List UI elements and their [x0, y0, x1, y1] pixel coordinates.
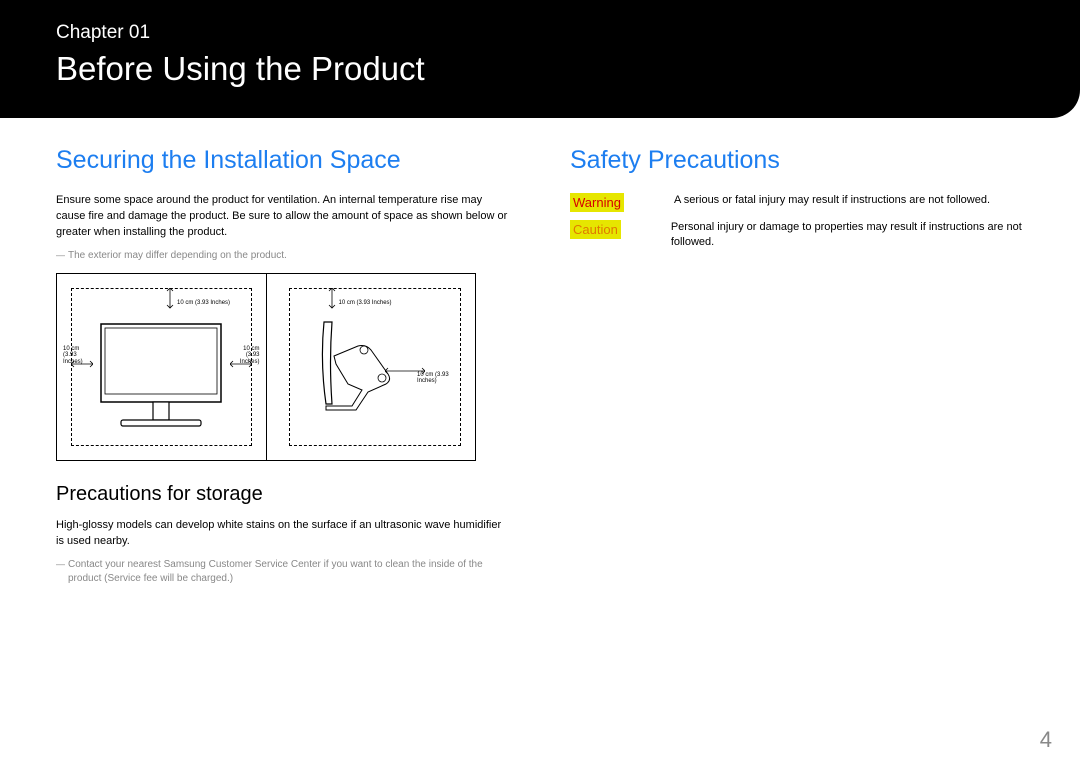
left-column: Securing the Installation Space Ensure s… [56, 146, 510, 596]
installation-diagram: 10 cm (3.93 Inches) 10 cm (3.93 Inches) … [56, 273, 476, 461]
installation-body: Ensure some space around the product for… [56, 193, 510, 241]
page-content: Securing the Installation Space Ensure s… [0, 146, 1080, 596]
installation-note: The exterior may differ depending on the… [56, 249, 510, 263]
chapter-header: Chapter 01 Before Using the Product [0, 0, 1080, 118]
diagram-front-view: 10 cm (3.93 Inches) 10 cm (3.93 Inches) … [57, 274, 266, 460]
measure-front-top: 10 cm (3.93 Inches) [177, 300, 230, 307]
measure-side-top: 10 cm (3.93 Inches) [339, 300, 392, 307]
caution-badge: Caution [570, 220, 621, 239]
section-title-installation: Securing the Installation Space [56, 146, 510, 175]
storage-note: Contact your nearest Samsung Customer Se… [56, 558, 510, 586]
chapter-title: Before Using the Product [56, 50, 1024, 88]
subsection-title-storage: Precautions for storage [56, 483, 510, 506]
caution-text: Personal injury or damage to properties … [671, 220, 1024, 251]
storage-body: High-glossy models can develop white sta… [56, 518, 510, 550]
section-title-safety: Safety Precautions [570, 146, 1024, 175]
warning-text: A serious or fatal injury may result if … [674, 193, 1024, 208]
warning-badge: Warning [570, 193, 624, 212]
page-number: 4 [1040, 727, 1052, 753]
caution-row: Caution Personal injury or damage to pro… [570, 220, 1024, 251]
right-column: Safety Precautions Warning A serious or … [570, 146, 1024, 596]
chapter-label: Chapter 01 [56, 22, 1024, 44]
warning-row: Warning A serious or fatal injury may re… [570, 193, 1024, 212]
diagram-side-view: 10 cm (3.93 Inches) 10 cm (3.93 Inches) [266, 274, 476, 460]
